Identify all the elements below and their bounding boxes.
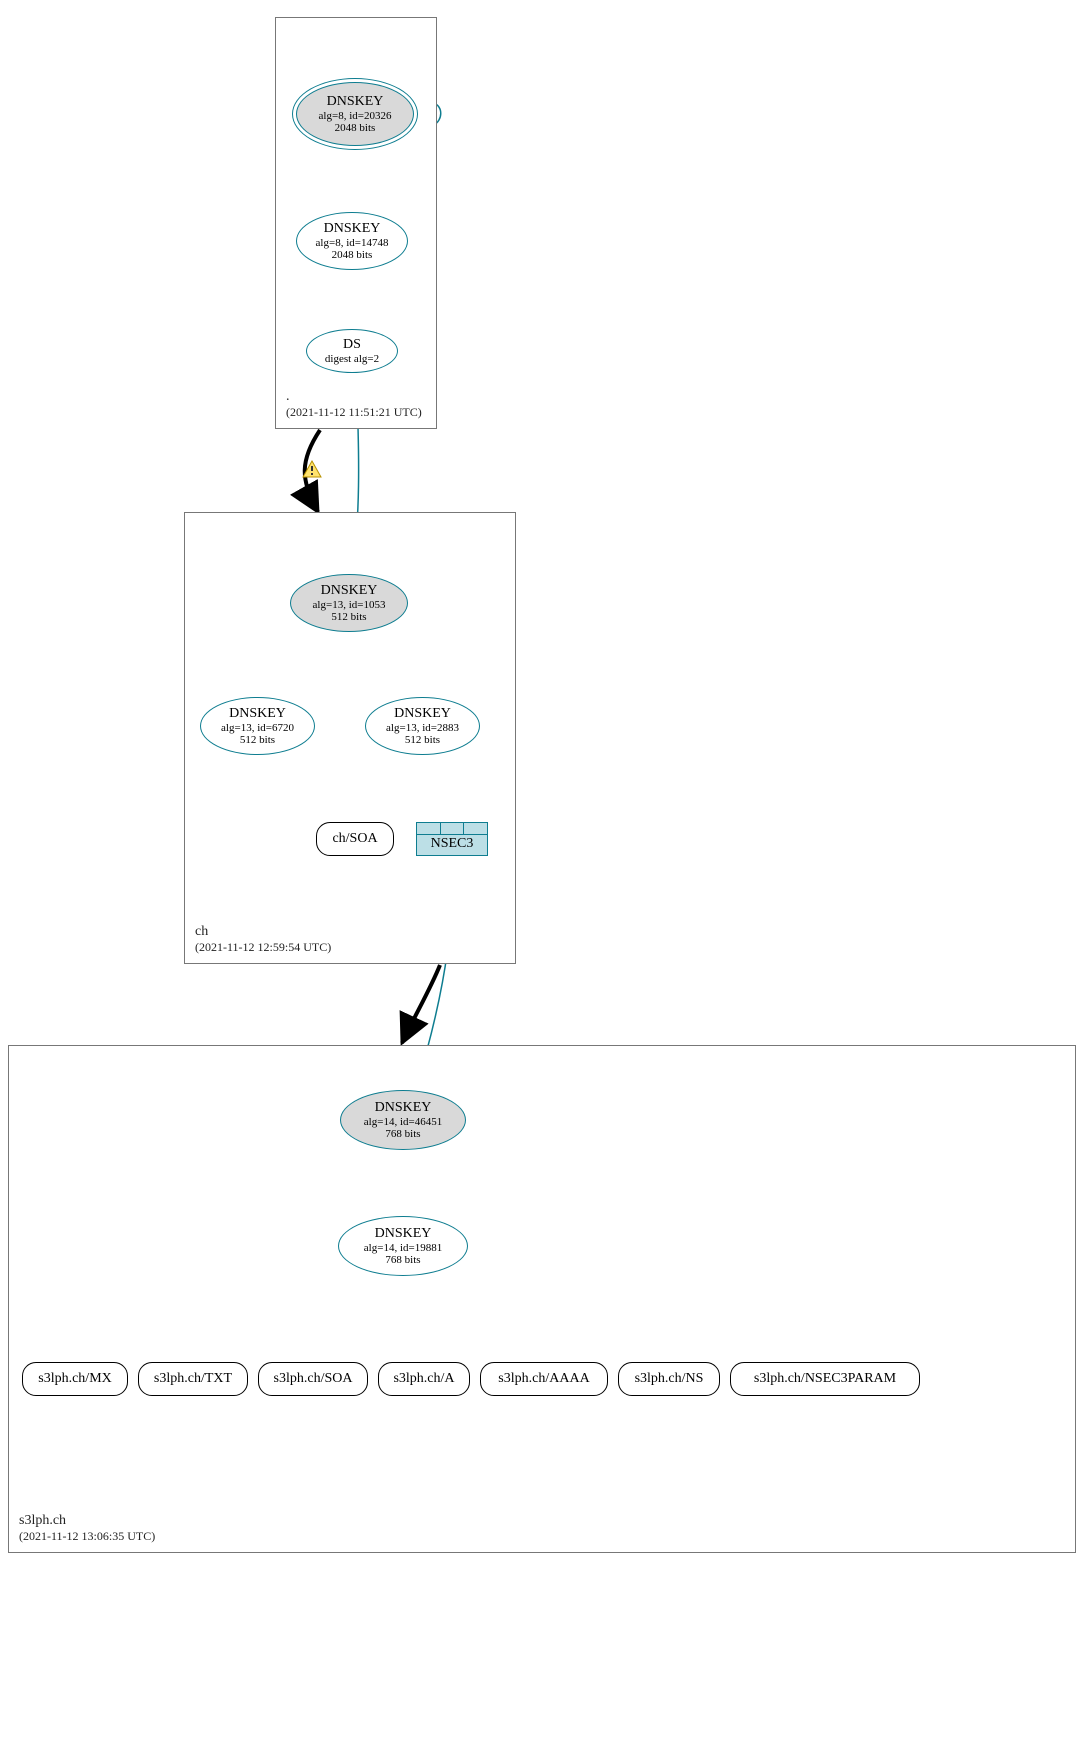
record-s3lph-soa-label: s3lph.ch/SOA xyxy=(274,1371,353,1386)
node-s3lph-ksk-sub2: 768 bits xyxy=(385,1128,420,1140)
node-s3lph-ksk-title: DNSKEY xyxy=(375,1100,432,1115)
record-s3lph-ns: s3lph.ch/NS xyxy=(618,1362,720,1396)
record-s3lph-txt-label: s3lph.ch/TXT xyxy=(154,1371,232,1386)
node-root-zsk-sub1: alg=8, id=14748 xyxy=(316,237,389,249)
node-ch-zsk2-title: DNSKEY xyxy=(394,706,451,721)
record-s3lph-aaaa-label: s3lph.ch/AAAA xyxy=(498,1371,589,1386)
warning-icon xyxy=(302,460,322,478)
node-root-zsk: DNSKEY alg=8, id=14748 2048 bits xyxy=(296,212,408,270)
node-ch-zsk2-sub2: 512 bits xyxy=(405,734,440,746)
zone-root-name: . xyxy=(286,388,422,406)
record-s3lph-a-label: s3lph.ch/A xyxy=(393,1371,454,1386)
record-s3lph-txt: s3lph.ch/TXT xyxy=(138,1362,248,1396)
node-s3lph-zsk-sub1: alg=14, id=19881 xyxy=(364,1242,442,1254)
record-s3lph-soa: s3lph.ch/SOA xyxy=(258,1362,368,1396)
record-s3lph-nsec3param-label: s3lph.ch/NSEC3PARAM xyxy=(754,1371,896,1386)
node-s3lph-zsk-title: DNSKEY xyxy=(375,1226,432,1241)
zone-root-timestamp: (2021-11-12 11:51:21 UTC) xyxy=(286,405,422,420)
node-s3lph-ksk: DNSKEY alg=14, id=46451 768 bits xyxy=(340,1090,466,1150)
node-ch-ksk-title: DNSKEY xyxy=(321,583,378,598)
node-s3lph-zsk: DNSKEY alg=14, id=19881 768 bits xyxy=(338,1216,468,1276)
node-root-ds-sub1: digest alg=2 xyxy=(325,353,379,365)
zone-s3lph-timestamp: (2021-11-12 13:06:35 UTC) xyxy=(19,1529,155,1544)
node-root-ksk-sub1: alg=8, id=20326 xyxy=(319,110,392,122)
node-ch-soa: ch/SOA xyxy=(316,822,394,856)
node-ch-zsk1-title: DNSKEY xyxy=(229,706,286,721)
node-ch-ksk: DNSKEY alg=13, id=1053 512 bits xyxy=(290,574,408,632)
node-root-zsk-sub2: 2048 bits xyxy=(332,249,373,261)
record-s3lph-a: s3lph.ch/A xyxy=(378,1362,470,1396)
node-root-ksk-title: DNSKEY xyxy=(327,94,384,109)
record-s3lph-aaaa: s3lph.ch/AAAA xyxy=(480,1362,608,1396)
zone-ch-label: ch (2021-11-12 12:59:54 UTC) xyxy=(195,923,331,956)
node-s3lph-ksk-sub1: alg=14, id=46451 xyxy=(364,1116,442,1128)
zone-ch-timestamp: (2021-11-12 12:59:54 UTC) xyxy=(195,940,331,955)
zone-s3lph-name: s3lph.ch xyxy=(19,1512,155,1530)
node-s3lph-zsk-sub2: 768 bits xyxy=(385,1254,420,1266)
record-s3lph-mx: s3lph.ch/MX xyxy=(22,1362,128,1396)
node-ch-soa-label: ch/SOA xyxy=(332,831,377,846)
node-root-ksk: DNSKEY alg=8, id=20326 2048 bits xyxy=(296,82,414,146)
node-root-zsk-title: DNSKEY xyxy=(324,221,381,236)
node-ch-zsk2: DNSKEY alg=13, id=2883 512 bits xyxy=(365,697,480,755)
node-root-ds-title: DS xyxy=(343,337,361,352)
zone-ch-name: ch xyxy=(195,923,331,941)
node-ch-zsk1-sub2: 512 bits xyxy=(240,734,275,746)
node-ch-nsec3: NSEC3 xyxy=(416,822,488,856)
zone-root-label: . (2021-11-12 11:51:21 UTC) xyxy=(286,388,422,421)
zone-s3lph-label: s3lph.ch (2021-11-12 13:06:35 UTC) xyxy=(19,1512,155,1545)
node-root-ds: DS digest alg=2 xyxy=(306,329,398,373)
node-ch-nsec3-label: NSEC3 xyxy=(431,836,474,852)
zone-s3lph: s3lph.ch (2021-11-12 13:06:35 UTC) xyxy=(8,1045,1076,1553)
node-ch-ksk-sub1: alg=13, id=1053 xyxy=(313,599,386,611)
record-s3lph-nsec3param: s3lph.ch/NSEC3PARAM xyxy=(730,1362,920,1396)
node-ch-zsk1: DNSKEY alg=13, id=6720 512 bits xyxy=(200,697,315,755)
node-ch-zsk2-sub1: alg=13, id=2883 xyxy=(386,722,459,734)
node-ch-zsk1-sub1: alg=13, id=6720 xyxy=(221,722,294,734)
node-root-ksk-sub2: 2048 bits xyxy=(335,122,376,134)
node-ch-ksk-sub2: 512 bits xyxy=(331,611,366,623)
record-s3lph-mx-label: s3lph.ch/MX xyxy=(38,1371,112,1386)
record-s3lph-ns-label: s3lph.ch/NS xyxy=(635,1371,704,1386)
